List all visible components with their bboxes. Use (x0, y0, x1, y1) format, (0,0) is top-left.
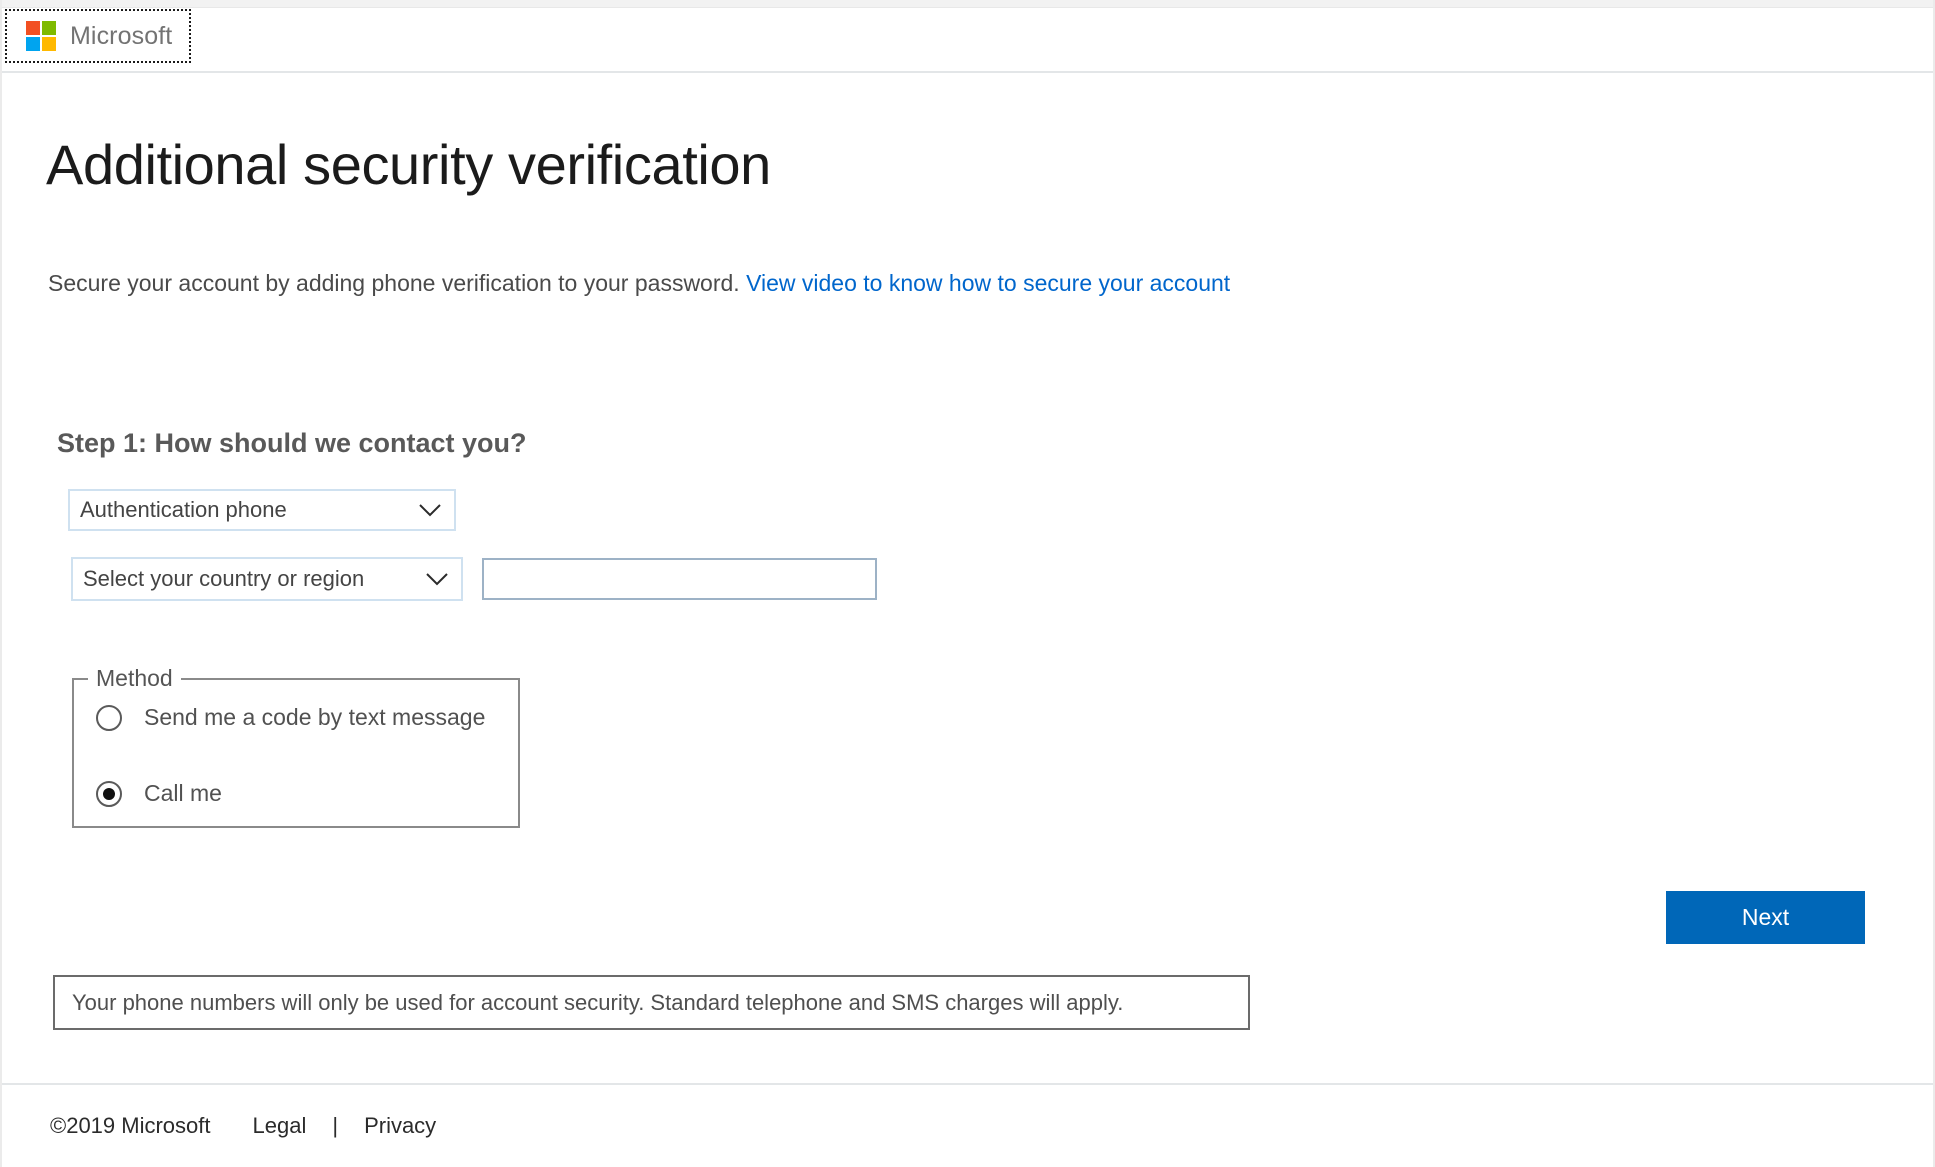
footer-privacy-link[interactable]: Privacy (364, 1113, 436, 1139)
phone-number-input[interactable] (482, 558, 877, 600)
auth-method-select[interactable]: Authentication phone (68, 489, 456, 531)
method-fieldset-legend: Method (96, 665, 173, 691)
radio-button-text-message[interactable] (96, 704, 122, 731)
page-header: Microsoft (2, 8, 1933, 73)
radio-button-call-me[interactable] (96, 780, 122, 807)
subtitle-text: Secure your account by adding phone veri… (48, 270, 740, 296)
method-fieldset: Method Send me a code by text message Ca… (72, 665, 520, 828)
logo-square-green (42, 21, 56, 35)
country-region-select[interactable]: Select your country or region (71, 557, 463, 601)
radio-label-call-me: Call me (144, 780, 222, 806)
microsoft-brand-link[interactable]: Microsoft (4, 9, 192, 63)
view-video-link[interactable]: View video to know how to secure your ac… (746, 270, 1230, 296)
next-button[interactable]: Next (1666, 891, 1865, 944)
logo-square-yellow (42, 37, 56, 51)
radio-option-text-message[interactable]: Send me a code by text message (74, 704, 518, 731)
page-title: Additional security verification (46, 133, 771, 196)
info-box-text: Your phone numbers will only be used for… (72, 989, 1124, 1015)
radio-label-text-message: Send me a code by text message (144, 704, 486, 730)
page-subtitle: Secure your account by adding phone veri… (48, 270, 1230, 297)
page-root: Microsoft Additional security verificati… (0, 0, 1935, 1167)
chevron-down-icon (425, 572, 449, 586)
chevron-down-icon (418, 503, 442, 517)
radio-option-call-me[interactable]: Call me (74, 780, 518, 807)
main-content: Additional security verification Secure … (2, 73, 1933, 1073)
footer-separator: | (332, 1113, 339, 1138)
page-footer: ©2019 Microsoft Legal | Privacy (2, 1083, 1933, 1167)
microsoft-logo-icon (26, 21, 56, 51)
logo-square-red (26, 21, 40, 35)
auth-method-select-value: Authentication phone (80, 497, 287, 522)
footer-legal-link[interactable]: Legal (253, 1113, 307, 1139)
top-strip (2, 0, 1933, 8)
logo-square-blue (26, 37, 40, 51)
step-title: Step 1: How should we contact you? (57, 428, 527, 458)
info-box: Your phone numbers will only be used for… (53, 975, 1250, 1030)
country-region-select-value: Select your country or region (83, 566, 365, 591)
brand-name: Microsoft (70, 21, 173, 50)
footer-copyright: ©2019 Microsoft (50, 1113, 211, 1138)
